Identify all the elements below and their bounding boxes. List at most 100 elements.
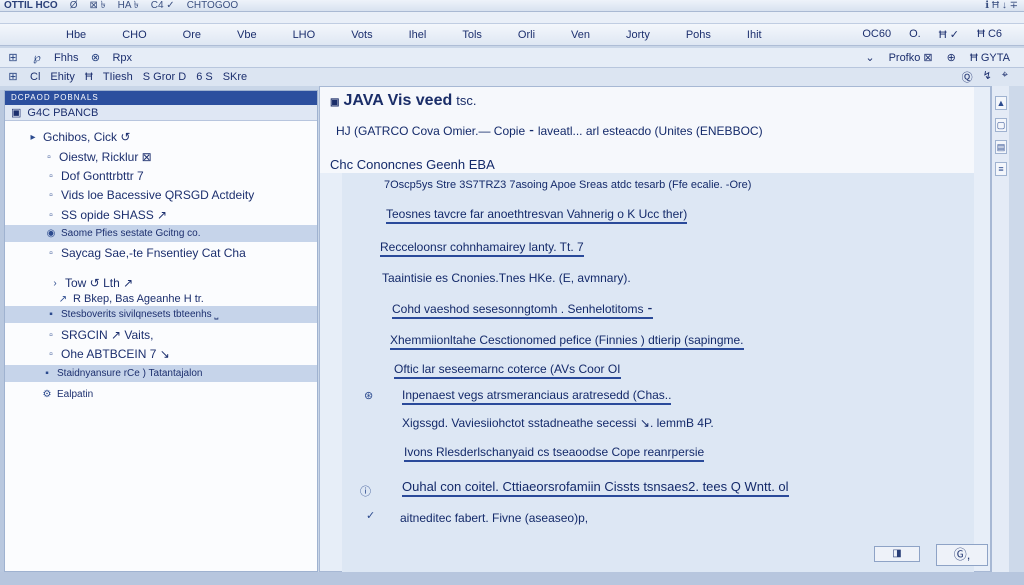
toolbar-label[interactable]: Rpx — [112, 52, 132, 64]
code-line[interactable]: Teosnes tavcre far anoethtresvan Vahneri… — [386, 207, 688, 224]
toolbar-label[interactable]: 6 S — [196, 71, 213, 83]
package-icon: ▣ — [11, 107, 22, 119]
toolbar-label[interactable]: Cl — [30, 71, 40, 83]
tree-item-selected[interactable]: ▪ Staidnyansure rCe ) Tatantajalon — [5, 365, 317, 382]
file-icon: ▪ — [49, 309, 53, 320]
tree-item[interactable]: ▫ Saycag Sae,-te Fnsentiey Cat Cha — [5, 245, 317, 262]
title-item[interactable]: C4 ✓ — [151, 0, 175, 11]
title-item[interactable]: Ø — [70, 0, 78, 11]
title-strip — [0, 12, 1024, 24]
toolbar-label[interactable]: Fhhs — [54, 52, 78, 64]
menu-item[interactable]: LHO — [293, 29, 316, 41]
toolbar-primary: ⊞ ℘ Fhhs ⊗ Rpx ⌄ Profko ⊠ ⊕ Ħ GYTA — [0, 48, 1024, 68]
menu-item[interactable]: Ihit — [747, 29, 762, 41]
menu-item[interactable]: Orli — [518, 29, 535, 41]
warning-icon[interactable]: ⊛ — [364, 389, 373, 402]
code-line[interactable]: aitneditec fabert. Fivne (aseaseo)p, — [400, 511, 588, 525]
toolbar-label[interactable]: Ħ GYTA — [970, 52, 1010, 64]
toolbar-label[interactable]: TIiesh — [103, 71, 133, 83]
tree-item[interactable]: ▸ Gchibos, Cick ↺ — [5, 129, 317, 146]
menu-item[interactable]: Ihel — [409, 29, 427, 41]
scroll-button[interactable]: ▢ — [995, 118, 1007, 132]
lightning-icon[interactable]: ↯ — [983, 69, 992, 85]
code-line[interactable]: Xhemmiionltahe Cesctionomed pefice (Finn… — [390, 333, 744, 350]
code-line[interactable]: Taaintisie es Cnonies.Tnes HKe. (E, avmn… — [382, 271, 631, 285]
info-icon[interactable]: Ⓠ — [962, 69, 973, 85]
window-controls[interactable]: ℹ Ħ ↓ ∓ — [985, 0, 1024, 11]
info-icon[interactable]: ⓘ — [360, 483, 371, 499]
pin-icon[interactable]: ℘ — [30, 51, 44, 65]
profile-button[interactable]: Profko ⊠ — [889, 51, 933, 64]
menu-item[interactable]: CHO — [122, 29, 146, 41]
tree-item[interactable]: ⚙ Ealpatin — [5, 386, 317, 403]
title-item[interactable]: ⊠ ৳ — [89, 0, 105, 11]
tree-item-label: Tow ↺ Lth ↗ — [65, 276, 134, 290]
gear-icon: ⚙ — [42, 389, 52, 400]
menu-item[interactable]: Ven — [571, 29, 590, 41]
toolbar-label[interactable]: SKre — [223, 71, 247, 83]
add-icon[interactable]: ⊕ — [947, 51, 956, 64]
status-button[interactable]: Ⓖ, — [936, 544, 988, 566]
toolbar-label[interactable]: Ħ — [85, 71, 93, 83]
scroll-up-button[interactable]: ▲ — [995, 96, 1007, 110]
save-icon[interactable]: ⊞ — [6, 51, 20, 65]
panel-subheader-label: G4C PBANCB — [27, 106, 99, 119]
file-icon: ▫ — [49, 248, 53, 259]
tree-item-label: Staidnyansure rCe ) Tatantajalon — [57, 368, 203, 379]
status-button[interactable]: ◨ — [874, 546, 920, 562]
menu-item[interactable]: Vots — [351, 29, 372, 41]
tree-item-label: Ealpatin — [57, 389, 94, 400]
code-editor[interactable]: ▣ JAVA Vis veed tsc. HJ (GATRCO Cova Omier… — [319, 86, 991, 573]
bookmark-icon[interactable]: ✓ — [366, 509, 375, 522]
grid-icon[interactable]: ⊞ — [6, 70, 20, 84]
menu-item[interactable]: Jorty — [626, 29, 650, 41]
code-line[interactable]: Xigssgd. Vaviesiiohctot sstadneathe sece… — [402, 416, 714, 430]
tree-item[interactable]: ▫ Vids loe Bacessive QRSGD Actdeity — [5, 187, 317, 204]
tree-item-label: Ohe ABTBCEIN 7 ↘ — [61, 347, 170, 361]
menu-right-item[interactable]: OC60 — [862, 28, 891, 41]
code-line[interactable]: Oftic lar seseemarnc coterce (AVs Coor O… — [394, 362, 621, 379]
menu-item[interactable]: Ore — [183, 29, 201, 41]
vertical-scrollbar[interactable]: ▲ ▢ ▤ ≡ — [991, 86, 1009, 572]
tree-item[interactable]: ▫ Dof Gonttrbttr 7 — [5, 168, 317, 185]
scroll-down-button[interactable]: ≡ — [995, 162, 1007, 176]
code-line[interactable]: 7Oscp5ys Stre 3S7TRZ3 7asoing Apoe Sreas… — [384, 179, 751, 191]
tree-item-label: Stesboverits sivilqnesets tbteenhs ⎵ — [61, 309, 219, 320]
header-line: HJ (GATRCO Cova Omier.— Copie ⁃ laveatl.… — [336, 124, 763, 138]
scroll-button[interactable]: ▤ — [995, 140, 1007, 154]
menu-right-item[interactable]: Ħ C6 — [977, 28, 1002, 41]
menu-item[interactable]: Vbe — [237, 29, 257, 41]
code-line[interactable]: Inpenaest vegs atrsmeranciaus aratresedd… — [402, 388, 672, 405]
panel-header: DCPAOD POBNALS — [5, 91, 317, 105]
toolbar-label[interactable]: S Gror D — [143, 71, 186, 83]
tree-item-selected[interactable]: ◉ Saome Pfies sestate Gcitng co. — [5, 225, 317, 242]
code-line[interactable]: Ivons Rlesderlschanyaid cs tseaoodse Cop… — [404, 445, 705, 462]
title-item[interactable]: HA ৳ — [118, 0, 139, 11]
chevron-down-icon[interactable]: ⌄ — [865, 51, 874, 64]
tree-item[interactable]: › Tow ↺ Lth ↗ — [5, 275, 317, 292]
file-icon: ▪ — [45, 368, 49, 379]
tree-item[interactable]: ▫ Ohe ABTBCEIN 7 ↘ — [5, 346, 317, 363]
header-line: Chc Cononcnes Geenh EBA — [330, 157, 495, 172]
menu-item[interactable]: Tols — [462, 29, 482, 41]
folder-icon: › — [53, 278, 57, 289]
title-item: CHTOGOO — [186, 0, 239, 11]
tree-item[interactable]: ▫ Oiestw, Ricklur ⊠ — [5, 149, 317, 166]
file-icon: ▫ — [49, 171, 53, 182]
toolbar-label[interactable]: Ehity — [50, 71, 74, 83]
target-icon[interactable]: ⌖ — [1002, 69, 1008, 85]
tree-item-selected[interactable]: ▪ Stesboverits sivilqnesets tbteenhs ⎵ — [5, 306, 317, 323]
code-line[interactable]: Cohd vaeshod sesesonngtomh . Senhelotito… — [392, 302, 653, 319]
tree-item[interactable]: ▫ SS opide SHASS ↗ — [5, 207, 317, 224]
code-line[interactable]: Recceloonsr cohnhamairey lanty. Tt. 7 — [380, 240, 584, 257]
folder-icon: ▸ — [30, 132, 36, 143]
menu-item[interactable]: Pohs — [686, 29, 711, 41]
menu-right-item[interactable]: O. — [909, 28, 921, 41]
tree-item-label: SS opide SHASS ↗ — [61, 208, 168, 222]
menu-item[interactable]: Hbe — [66, 29, 86, 41]
tree-item-label: Oiestw, Ricklur ⊠ — [59, 150, 152, 164]
menu-right-item[interactable]: Ħ ✓ — [939, 28, 959, 41]
close-icon[interactable]: ⊗ — [88, 51, 102, 65]
code-line[interactable]: Ouhal con coitel. Cttiaeorsrofamiin Ciss… — [402, 479, 789, 497]
tree-item[interactable]: ▫ SRGCIN ↗ Vaits, — [5, 327, 317, 344]
